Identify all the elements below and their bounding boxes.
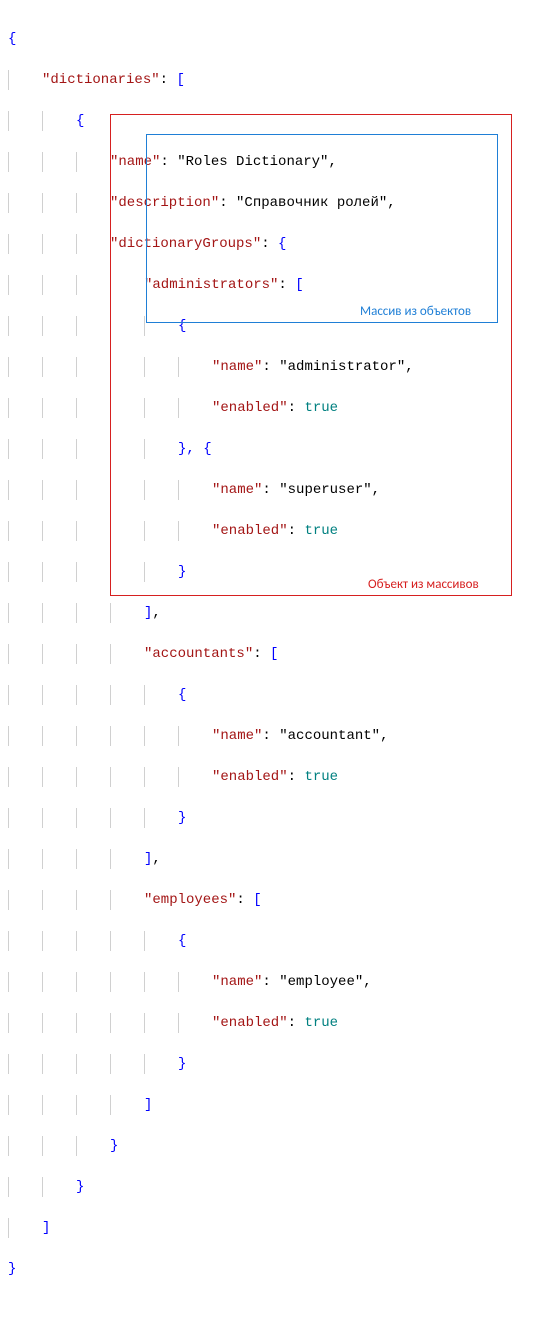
bracket-open: [ [270, 646, 278, 662]
brace-open: { [76, 113, 84, 129]
code-line: "description": "Справочник ролей", [8, 193, 548, 214]
code-line: } [8, 1177, 548, 1198]
brace-close: } [178, 564, 186, 580]
brace-open: { [178, 318, 186, 334]
brace-open: { [178, 933, 186, 949]
json-key: "enabled" [212, 1015, 288, 1031]
code-line: } [8, 808, 548, 829]
brace-open: { [8, 31, 16, 47]
json-string: "Roles Dictionary" [177, 154, 328, 170]
code-line: ] [8, 1218, 548, 1239]
json-key: "name" [110, 154, 160, 170]
code-line: { [8, 685, 548, 706]
code-line: "name": "employee", [8, 972, 548, 993]
json-key: "enabled" [212, 523, 288, 539]
code-line: } [8, 1054, 548, 1075]
json-key: "administrators" [144, 277, 278, 293]
code-line: "dictionaries": [ [8, 70, 548, 91]
json-string: "administrator" [279, 359, 405, 375]
annotation-label-blue: Массив из объектов [360, 302, 471, 323]
bracket-open: [ [295, 277, 303, 293]
code-line: "name": "accountant", [8, 726, 548, 747]
json-string: "accountant" [279, 728, 380, 744]
code-line: "dictionaryGroups": { [8, 234, 548, 255]
code-line: { [8, 111, 548, 132]
code-line: } [8, 1259, 548, 1280]
json-boolean: true [304, 1015, 338, 1031]
brace-close: } [76, 1179, 84, 1195]
code-line: "name": "administrator", [8, 357, 548, 378]
json-key: "enabled" [212, 769, 288, 785]
code-line: "enabled": true [8, 521, 548, 542]
bracket-open: [ [253, 892, 261, 908]
json-key: "enabled" [212, 400, 288, 416]
json-key: "dictionaries" [42, 72, 160, 88]
brace-close: } [178, 810, 186, 826]
json-boolean: true [304, 523, 338, 539]
code-line: { [8, 931, 548, 952]
json-key: "name" [212, 728, 262, 744]
code-line: "enabled": true [8, 1013, 548, 1034]
brace-open: { [178, 687, 186, 703]
code-line: "enabled": true [8, 767, 548, 788]
json-key: "name" [212, 359, 262, 375]
json-boolean: true [304, 769, 338, 785]
code-line: } [8, 1136, 548, 1157]
json-key: "dictionaryGroups" [110, 236, 261, 252]
code-line: "name": "superuser", [8, 480, 548, 501]
comma-brace: , { [186, 441, 211, 457]
brace-open: { [278, 236, 286, 252]
code-line: "employees": [ [8, 890, 548, 911]
brace-close: } [178, 1056, 186, 1072]
code-line: { [8, 29, 548, 50]
code-line: "accountants": [ [8, 644, 548, 665]
json-key: "accountants" [144, 646, 253, 662]
json-key: "name" [212, 482, 262, 498]
json-string: "employee" [279, 974, 363, 990]
code-line: "name": "Roles Dictionary", [8, 152, 548, 173]
annotation-label-red: Объект из массивов [368, 575, 479, 596]
json-boolean: true [304, 400, 338, 416]
brace-close: } [110, 1138, 118, 1154]
bracket-close: ] [144, 851, 152, 867]
json-key: "description" [110, 195, 219, 211]
code-line: }, { [8, 439, 548, 460]
code-line: "enabled": true [8, 398, 548, 419]
brace-close: } [8, 1261, 16, 1277]
json-key: "name" [212, 974, 262, 990]
bracket-close: ] [42, 1220, 50, 1236]
code-line: ], [8, 849, 548, 870]
json-string: "superuser" [279, 482, 371, 498]
json-string: "Справочник ролей" [236, 195, 387, 211]
code-line: "administrators": [ [8, 275, 548, 296]
code-line: ], [8, 603, 548, 624]
code-block: { "dictionaries": [ { "name": "Roles Dic… [8, 8, 548, 1324]
code-line: ] [8, 1095, 548, 1116]
json-key: "employees" [144, 892, 236, 908]
bracket-open: [ [176, 72, 184, 88]
bracket-close: ] [144, 1097, 152, 1113]
